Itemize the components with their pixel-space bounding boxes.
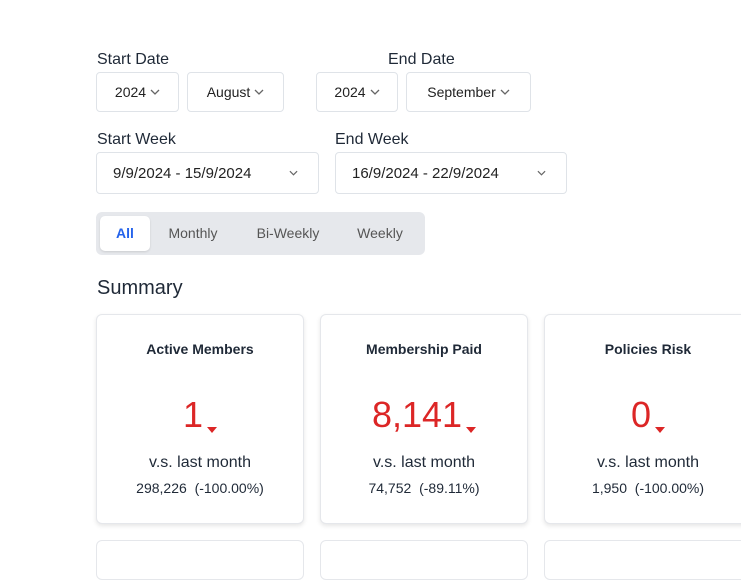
card-value-number: 0 [630,394,652,435]
summary-title: Summary [97,277,183,299]
card-comparison: v.s. last month [597,454,699,471]
start-year-select[interactable]: 2024 [96,72,179,112]
end-year-value: 2024 [334,84,366,100]
card-previous-value: 74,752 [368,480,412,496]
chevron-down-icon [150,89,160,95]
card-value: 8,141 [321,393,527,443]
membership-paid-card: Membership Paid 8,141 v.s. last month 74… [320,314,528,524]
start-year-value: 2024 [114,84,147,100]
chevron-down-icon [370,89,380,95]
summary-card-partial [96,540,304,580]
policies-risk-card: Policies Risk 0 v.s. last month 1,950 (-… [544,314,741,524]
tab-weekly[interactable]: Weekly [346,216,414,251]
card-change: (-89.11%) [419,480,480,496]
card-value-number: 1 [182,394,204,435]
summary-card-partial [544,540,741,580]
card-value-number: 8,141 [371,394,463,435]
period-tabs: All Monthly Bi-Weekly Weekly [96,212,425,255]
active-members-card: Active Members 1 v.s. last month 298,226… [96,314,304,524]
card-comparison: v.s. last month [373,454,475,471]
end-week-label: End Week [335,131,409,148]
end-month-value: September [427,84,496,100]
chevron-down-icon [500,89,510,95]
summary-card-partial [320,540,528,580]
end-month-select[interactable]: September [406,72,531,112]
end-year-select[interactable]: 2024 [316,72,398,112]
tab-bi-weekly[interactable]: Bi-Weekly [242,216,334,251]
end-week-select[interactable]: 16/9/2024 - 22/9/2024 [335,152,567,194]
card-previous-value: 1,950 [591,480,627,496]
card-previous: 1,950 (-100.00%) [545,480,741,496]
start-week-value: 9/9/2024 - 15/9/2024 [113,164,252,182]
card-value: 1 [97,393,303,443]
caret-down-icon [466,399,477,443]
card-value: 0 [545,393,741,443]
end-date-label: End Date [388,51,455,68]
chevron-down-icon [254,89,264,95]
start-week-select[interactable]: 9/9/2024 - 15/9/2024 [96,152,319,194]
card-change: (-100.00%) [634,480,705,496]
end-week-value: 16/9/2024 - 22/9/2024 [352,164,499,182]
card-title: Active Members [146,341,254,357]
chevron-down-icon [289,170,298,176]
card-previous: 74,752 (-89.11%) [321,480,527,496]
start-month-select[interactable]: August [187,72,284,112]
start-date-label: Start Date [97,51,170,68]
card-previous: 298,226 (-100.00%) [97,480,303,496]
caret-down-icon [207,399,218,443]
card-title: Policies Risk [604,341,692,357]
tab-monthly[interactable]: Monthly [158,216,228,251]
chevron-down-icon [537,170,546,176]
card-comparison: v.s. last month [149,454,251,471]
start-week-label: Start Week [97,131,176,148]
tab-all[interactable]: All [100,216,150,251]
card-change: (-100.00%) [194,480,264,496]
caret-down-icon [655,399,666,443]
card-title: Membership Paid [366,341,482,357]
start-month-value: August [206,84,251,100]
card-previous-value: 298,226 [136,480,187,496]
